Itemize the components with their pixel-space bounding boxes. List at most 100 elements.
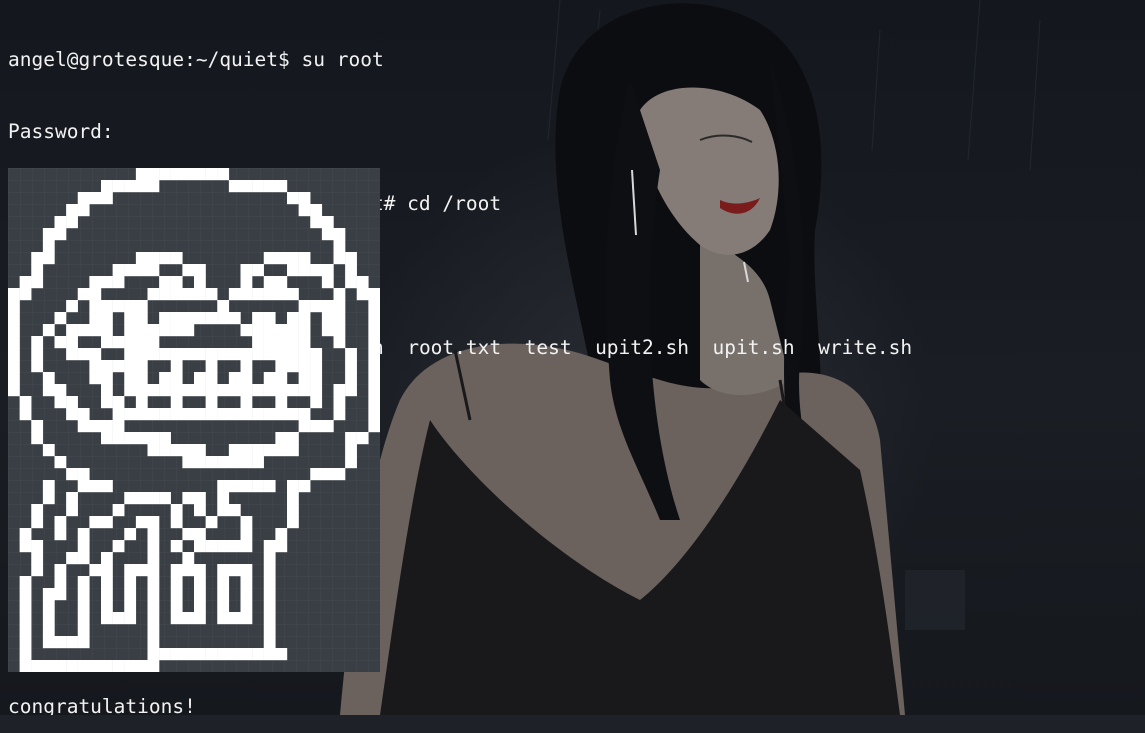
art-pixel <box>368 324 380 337</box>
art-pixel <box>170 360 183 373</box>
art-pixel <box>333 384 346 397</box>
art-pixel <box>170 288 183 301</box>
art-pixel <box>31 252 44 265</box>
art-pixel <box>287 252 299 265</box>
art-pixel <box>159 648 171 661</box>
art-pixel <box>287 348 299 361</box>
art-pixel <box>194 288 206 301</box>
art-pixel <box>89 312 102 325</box>
art-pixel <box>135 492 148 505</box>
art-pixel <box>124 432 137 445</box>
art-pixel <box>89 324 102 337</box>
art-pixel <box>345 384 357 397</box>
art-pixel <box>228 612 241 625</box>
art-pixel <box>170 276 183 289</box>
art-pixel <box>31 420 44 433</box>
art-pixel <box>89 660 102 672</box>
art-pixel <box>66 204 78 217</box>
art-pixel <box>217 576 230 589</box>
art-pixel <box>310 216 323 229</box>
art-pixel <box>54 516 67 529</box>
art-pixel <box>240 264 253 277</box>
art-pixel <box>205 540 218 553</box>
art-pixel <box>89 516 102 529</box>
art-pixel <box>124 576 137 589</box>
art-pixel <box>77 624 90 637</box>
art-pixel <box>147 252 160 265</box>
art-pixel <box>310 204 323 217</box>
bottom-panel <box>0 715 1145 733</box>
art-pixel <box>112 612 125 625</box>
art-pixel <box>19 600 32 613</box>
art-pixel <box>263 408 276 421</box>
art-pixel <box>275 432 288 445</box>
art-pixel <box>159 432 171 445</box>
art-pixel <box>124 612 137 625</box>
art-pixel <box>205 348 218 361</box>
art-pixel <box>205 360 218 373</box>
art-pixel <box>240 276 253 289</box>
art-pixel <box>54 660 67 672</box>
art-pixel <box>333 288 346 301</box>
art-pixel <box>240 516 253 529</box>
art-pixel <box>228 456 241 469</box>
art-pixel <box>194 612 206 625</box>
art-pixel <box>159 348 171 361</box>
art-pixel <box>182 168 195 181</box>
art-pixel <box>101 312 113 325</box>
art-pixel <box>263 636 276 649</box>
art-pixel <box>194 540 206 553</box>
art-pixel <box>170 612 183 625</box>
art-pixel <box>240 648 253 661</box>
art-pixel <box>205 312 218 325</box>
art-pixel <box>66 468 78 481</box>
art-pixel <box>252 444 264 457</box>
art-pixel <box>182 564 195 577</box>
art-pixel <box>310 372 323 385</box>
art-pixel <box>42 600 55 613</box>
art-pixel <box>54 636 67 649</box>
art-pixel <box>147 384 160 397</box>
art-pixel <box>54 576 67 589</box>
art-pixel <box>368 396 380 409</box>
art-pixel <box>170 324 183 337</box>
art-pixel <box>182 324 195 337</box>
art-pixel <box>252 480 264 493</box>
art-pixel <box>205 516 218 529</box>
art-pixel <box>263 612 276 625</box>
art-pixel <box>194 276 206 289</box>
art-pixel <box>89 480 102 493</box>
art-pixel <box>228 372 241 385</box>
art-pixel <box>310 348 323 361</box>
art-pixel <box>194 168 206 181</box>
art-pixel <box>182 456 195 469</box>
art-pixel <box>19 588 32 601</box>
art-pixel <box>42 612 55 625</box>
art-pixel <box>252 312 264 325</box>
art-pixel <box>31 360 44 373</box>
art-pixel <box>77 192 90 205</box>
art-pixel <box>228 540 241 553</box>
art-pixel <box>345 456 357 469</box>
art-pixel <box>252 384 264 397</box>
art-pixel <box>240 384 253 397</box>
art-pixel <box>112 300 125 313</box>
art-pixel <box>147 168 160 181</box>
art-pixel <box>182 384 195 397</box>
art-pixel <box>263 624 276 637</box>
art-pixel <box>101 432 113 445</box>
art-pixel <box>240 612 253 625</box>
art-pixel <box>77 348 90 361</box>
art-pixel <box>182 612 195 625</box>
art-pixel <box>42 624 55 637</box>
art-pixel <box>170 168 183 181</box>
art-pixel <box>77 636 90 649</box>
art-pixel <box>275 444 288 457</box>
art-pixel <box>42 228 55 241</box>
art-pixel <box>101 576 113 589</box>
art-pixel <box>170 588 183 601</box>
art-pixel <box>8 288 20 301</box>
art-pixel <box>147 660 160 672</box>
art-pixel <box>321 216 334 229</box>
art-pixel <box>89 420 102 433</box>
